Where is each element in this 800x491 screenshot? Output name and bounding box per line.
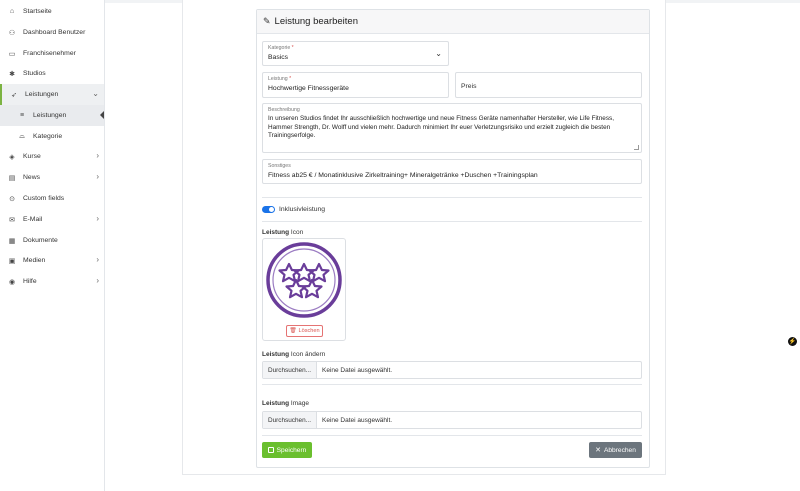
preis-placeholder: Preis	[461, 83, 477, 90]
sidebar-item-label: Medien	[23, 257, 46, 264]
gear-icon: ✱	[9, 70, 15, 78]
save-plus-icon	[267, 447, 274, 453]
icon-section-label: Leistung Icon	[262, 229, 304, 236]
sidebar-item-dokumente[interactable]: ▦ Dokumente	[0, 230, 104, 251]
divider	[262, 384, 642, 385]
chevron-right-icon: ›	[96, 276, 99, 285]
divider	[262, 197, 642, 198]
sidebar-item-label: Hilfe	[23, 278, 37, 285]
sidebar-subitem-kategorie[interactable]: ⌓ Kategorie	[0, 126, 104, 147]
list-icon: ≡	[19, 112, 25, 119]
inklusivleistung-toggle[interactable]	[262, 206, 275, 213]
sidebar-item-label: E-Mail	[23, 216, 43, 223]
chevron-down-icon: ⌄	[92, 89, 99, 98]
delete-icon-button[interactable]: 🗑 Löschen	[286, 325, 323, 337]
save-button[interactable]: Speichern	[262, 442, 312, 458]
chevron-down-icon: ⌄	[435, 49, 442, 58]
sidebar-item-startseite[interactable]: ⌂ Startseite	[0, 1, 104, 22]
icon-file-input[interactable]: Durchsuchen... Keine Datei ausgewählt.	[262, 361, 642, 379]
leistung-input[interactable]: Leistung * Hochwertige Fitnessgeräte	[262, 72, 449, 98]
sidebar-item-medien[interactable]: ▣ Medien ›	[0, 250, 104, 271]
browse-button[interactable]: Durchsuchen...	[263, 362, 317, 378]
no-file-text: Keine Datei ausgewählt.	[321, 416, 393, 424]
sidebar-item-kurse[interactable]: ◈ Kurse ›	[0, 146, 104, 167]
folder-icon: ⌓	[19, 132, 25, 140]
sidebar-item-leistungen[interactable]: ➶ Leistungen ⌄	[0, 84, 104, 105]
sidebar-item-label: Studios	[23, 70, 46, 77]
chevron-right-icon: ›	[96, 172, 99, 181]
stack-icon: ◈	[9, 153, 15, 161]
cancel-button[interactable]: ✕ Abbrechen	[589, 442, 642, 458]
sidebar-item-custom-fields[interactable]: ⊙ Custom fields	[0, 188, 104, 209]
media-icon: ▣	[8, 257, 16, 265]
user-icon: ⚇	[8, 29, 16, 37]
trash-icon: 🗑	[289, 328, 297, 334]
sidebar-item-label: Leistungen	[25, 91, 59, 98]
sidebar-item-e-mail[interactable]: ✉ E-Mail ›	[0, 209, 104, 230]
browse-button[interactable]: Durchsuchen...	[263, 412, 317, 428]
kategorie-select[interactable]: Kategorie * Basics ⌄	[262, 41, 449, 66]
divider	[262, 221, 642, 222]
sonstiges-value: Fitness ab25 € / Monatinklusive Zirkeltr…	[268, 172, 538, 179]
preis-input[interactable]: Preis	[455, 72, 642, 98]
sidebar-item-hilfe[interactable]: ◉ Hilfe ›	[0, 271, 104, 292]
sidebar-item-label: Kategorie	[33, 133, 63, 140]
sidebar-item-label: Startseite	[23, 8, 52, 15]
beschreibung-value: In unseren Studios findet Ihr ausschließ…	[268, 115, 614, 140]
rocket-icon: ➶	[11, 91, 17, 99]
sidebar-item-franchisenehmer[interactable]: ▭ Franchisenehmer	[0, 43, 104, 64]
toggle-knob	[269, 207, 274, 212]
document-icon: ▤	[8, 174, 16, 182]
card-header: ✎ Leistung bearbeiten	[257, 10, 649, 34]
sonstiges-input[interactable]: Sonstiges Fitness ab25 € / Monatinklusiv…	[262, 159, 642, 184]
page-title: Leistung bearbeiten	[274, 16, 359, 27]
sidebar-item-label: Dashboard Benutzer	[23, 29, 86, 36]
kategorie-value: Basics	[268, 54, 289, 61]
mail-icon: ✉	[9, 216, 15, 224]
icon-preview-box: 🗑 Löschen	[262, 238, 346, 341]
file-icon: ▦	[8, 237, 16, 245]
sidebar-item-dashboard-benutzer[interactable]: ⚇ Dashboard Benutzer	[0, 22, 104, 43]
divider	[262, 435, 642, 436]
inklusivleistung-label: Inklusivleistung	[279, 206, 326, 213]
sidebar-item-label: Leistungen	[33, 112, 67, 119]
floating-toolbar-icon[interactable]: ⚡	[788, 337, 797, 346]
help-icon: ◉	[8, 278, 16, 286]
leistung-value: Hochwertige Fitnessgeräte	[268, 85, 349, 92]
chevron-right-icon: ›	[96, 214, 99, 223]
chevron-right-icon: ›	[96, 151, 99, 160]
leistung-label: Leistung *	[268, 76, 292, 82]
edit-icon: ✎	[263, 16, 271, 26]
building-icon: ▭	[8, 50, 16, 58]
sidebar-item-news[interactable]: ▤ News ›	[0, 167, 104, 188]
beschreibung-textarea[interactable]: Beschreibung In unseren Studios findet I…	[262, 103, 642, 153]
sidebar: ⌂ Startseite ⚇ Dashboard Benutzer ▭ Fran…	[0, 0, 105, 491]
sonstiges-label: Sonstiges	[268, 163, 291, 169]
stars-badge-icon	[266, 242, 342, 318]
sidebar-item-label: Franchisenehmer	[23, 50, 76, 57]
sidebar-item-label: Kurse	[23, 153, 41, 160]
image-file-input[interactable]: Durchsuchen... Keine Datei ausgewählt.	[262, 411, 642, 429]
icon-change-label: Leistung Icon ändern	[262, 351, 326, 358]
sidebar-item-label: Custom fields	[23, 195, 65, 202]
image-section-label: Leistung Image	[262, 400, 309, 407]
sidebar-item-studios[interactable]: ✱ Studios	[0, 63, 104, 84]
sidebar-item-label: News	[23, 174, 40, 181]
kategorie-label: Kategorie *	[268, 45, 294, 51]
close-icon: ✕	[595, 447, 601, 454]
active-marker-icon	[100, 111, 104, 119]
sidebar-item-label: Dokumente	[23, 237, 58, 244]
sidebar-subitem-leistungen[interactable]: ≡ Leistungen	[0, 105, 104, 126]
resize-handle-icon[interactable]	[634, 145, 639, 150]
chevron-right-icon: ›	[96, 255, 99, 264]
tag-icon: ⊙	[9, 195, 15, 203]
home-icon: ⌂	[9, 8, 15, 15]
beschreibung-label: Beschreibung	[268, 107, 300, 113]
no-file-text: Keine Datei ausgewählt.	[321, 366, 393, 374]
